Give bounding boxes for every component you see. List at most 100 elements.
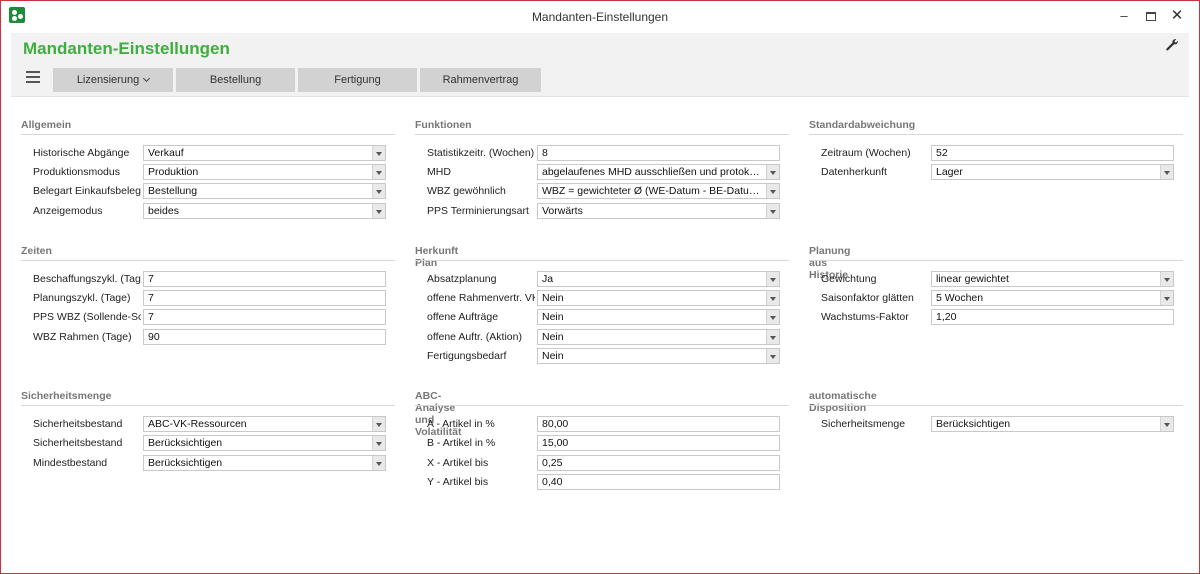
hamburger-menu-icon[interactable] — [26, 71, 40, 85]
field-label: Historische Abgänge — [33, 147, 130, 159]
absatzplanung-select[interactable]: Ja — [537, 271, 780, 287]
pps-wbz-input[interactable]: 7 — [143, 309, 386, 325]
zeitraum-input[interactable]: 52 — [931, 145, 1174, 161]
select-value: Nein — [542, 331, 564, 343]
select-value: Bestellung — [148, 185, 198, 197]
select-value: Produktion — [148, 166, 199, 178]
close-button[interactable]: ✕ — [1166, 6, 1188, 26]
tab-rahmenvertrag[interactable]: Rahmenvertrag — [420, 68, 541, 92]
wrench-icon[interactable] — [1165, 38, 1179, 52]
dropdown-arrow-icon[interactable] — [372, 165, 385, 179]
field-label: Gewichtung — [821, 273, 877, 285]
field-label: MHD — [427, 166, 451, 178]
dropdown-arrow-icon[interactable] — [1160, 272, 1173, 286]
field-label: offene Auftr. (Aktion) — [427, 331, 522, 343]
planungszyklus-input[interactable]: 7 — [143, 290, 386, 306]
dropdown-arrow-icon[interactable] — [372, 184, 385, 198]
tab-fertigung[interactable]: Fertigung — [298, 68, 417, 92]
field-label: Sicherheitsbestand — [33, 437, 123, 449]
divider — [809, 405, 1183, 406]
select-value: Berücksichtigen — [148, 457, 223, 469]
dropdown-arrow-icon[interactable] — [1160, 165, 1173, 179]
dropdown-arrow-icon[interactable] — [372, 417, 385, 431]
offene-rahmenvertraege-select[interactable]: Nein — [537, 290, 780, 306]
select-value: 5 Wochen — [936, 292, 984, 304]
select-value: WBZ = gewichteter Ø (WE-Datum - BE-Datum… — [542, 185, 763, 197]
select-value: beides — [148, 205, 179, 217]
dropdown-arrow-icon[interactable] — [766, 165, 779, 179]
minimize-button[interactable]: – — [1113, 6, 1135, 26]
tab-bestellung[interactable]: Bestellung — [176, 68, 295, 92]
field-label: offene Aufträge — [427, 311, 499, 323]
datenherkunft-select[interactable]: Lager — [931, 164, 1174, 180]
divider — [415, 260, 789, 261]
field-label: WBZ gewöhnlich — [427, 185, 506, 197]
select-value: abgelaufenes MHD ausschließen und protok… — [542, 166, 763, 178]
pps-terminierungsart-select[interactable]: Vorwärts — [537, 203, 780, 219]
divider — [809, 134, 1183, 135]
dropdown-arrow-icon[interactable] — [372, 204, 385, 218]
mhd-select[interactable]: abgelaufenes MHD ausschließen und protok… — [537, 164, 780, 180]
chevron-down-icon — [143, 74, 151, 83]
section-title: ABC-Analyse und Volatilität — [415, 390, 462, 438]
offene-auftraege-aktion-select[interactable]: Nein — [537, 329, 780, 345]
mindestbestand-select[interactable]: Berücksichtigen — [143, 455, 386, 471]
sicherheitsbestand-2-select[interactable]: Berücksichtigen — [143, 435, 386, 451]
field-label: WBZ Rahmen (Tage) — [33, 331, 132, 343]
historische-abgaenge-select[interactable]: Verkauf — [143, 145, 386, 161]
maximize-icon — [1146, 12, 1156, 22]
dropdown-arrow-icon[interactable] — [766, 349, 779, 363]
wbz-rahmen-input[interactable]: 90 — [143, 329, 386, 345]
divider — [809, 260, 1183, 261]
dropdown-arrow-icon[interactable] — [766, 291, 779, 305]
statistikzeitraum-input[interactable]: 8 — [537, 145, 780, 161]
select-value: Lager — [936, 166, 963, 178]
divider — [21, 405, 395, 406]
y-artikel-input[interactable]: 0,40 — [537, 474, 780, 490]
section-title: Herkunft Plan — [415, 245, 459, 269]
section-title: Zeiten — [21, 245, 52, 257]
field-label: offene Rahmenvertr. VK — [427, 292, 535, 304]
field-label: Belegart Einkaufsbeleg — [33, 185, 141, 197]
dropdown-arrow-icon[interactable] — [1160, 291, 1173, 305]
field-label: A - Artikel in % — [427, 418, 495, 430]
wachstums-faktor-input[interactable]: 1,20 — [931, 309, 1174, 325]
section-title: Sicherheitsmenge — [21, 390, 112, 402]
field-label: Datenherkunft — [821, 166, 887, 178]
dropdown-arrow-icon[interactable] — [372, 436, 385, 450]
dropdown-arrow-icon[interactable] — [1160, 417, 1173, 431]
x-artikel-input[interactable]: 0,25 — [537, 455, 780, 471]
select-value: Berücksichtigen — [936, 418, 1011, 430]
select-value: linear gewichtet — [936, 273, 1009, 285]
belegart-einkaufsbeleg-select[interactable]: Bestellung — [143, 183, 386, 199]
dropdown-arrow-icon[interactable] — [372, 146, 385, 160]
field-label: Zeitraum (Wochen) — [821, 147, 911, 159]
produktionsmodus-select[interactable]: Produktion — [143, 164, 386, 180]
anzeigemodus-select[interactable]: beides — [143, 203, 386, 219]
dropdown-arrow-icon[interactable] — [766, 184, 779, 198]
sicherheitsbestand-select[interactable]: ABC-VK-Ressourcen — [143, 416, 386, 432]
field-label: Sicherheitsmenge — [821, 418, 906, 430]
saisonfaktor-select[interactable]: 5 Wochen — [931, 290, 1174, 306]
dropdown-arrow-icon[interactable] — [766, 330, 779, 344]
dropdown-arrow-icon[interactable] — [766, 310, 779, 324]
beschaffungszyklus-input[interactable]: 7 — [143, 271, 386, 287]
a-artikel-input[interactable]: 80,00 — [537, 416, 780, 432]
field-label: Absatzplanung — [427, 273, 497, 285]
wbz-gewoehnlich-select[interactable]: WBZ = gewichteter Ø (WE-Datum - BE-Datum… — [537, 183, 780, 199]
app-header: Mandanten-Einstellungen Lizensierung Bes… — [11, 33, 1189, 97]
window-title: Mandanten-Einstellungen — [531, 10, 669, 24]
gewichtung-select[interactable]: linear gewichtet — [931, 271, 1174, 287]
tab-lizensierung[interactable]: Lizensierung — [53, 68, 173, 92]
dropdown-arrow-icon[interactable] — [372, 456, 385, 470]
field-label: Wachstums-Faktor — [821, 311, 909, 323]
title-bar: Mandanten-Einstellungen – ✕ — [1, 1, 1199, 33]
application-window: Mandanten-Einstellungen – ✕ Mandanten-Ei… — [0, 0, 1200, 574]
b-artikel-input[interactable]: 15,00 — [537, 435, 780, 451]
maximize-button[interactable] — [1140, 6, 1162, 26]
dropdown-arrow-icon[interactable] — [766, 272, 779, 286]
sicherheitsmenge-select[interactable]: Berücksichtigen — [931, 416, 1174, 432]
fertigungsbedarf-select[interactable]: Nein — [537, 348, 780, 364]
dropdown-arrow-icon[interactable] — [766, 204, 779, 218]
offene-auftraege-select[interactable]: Nein — [537, 309, 780, 325]
